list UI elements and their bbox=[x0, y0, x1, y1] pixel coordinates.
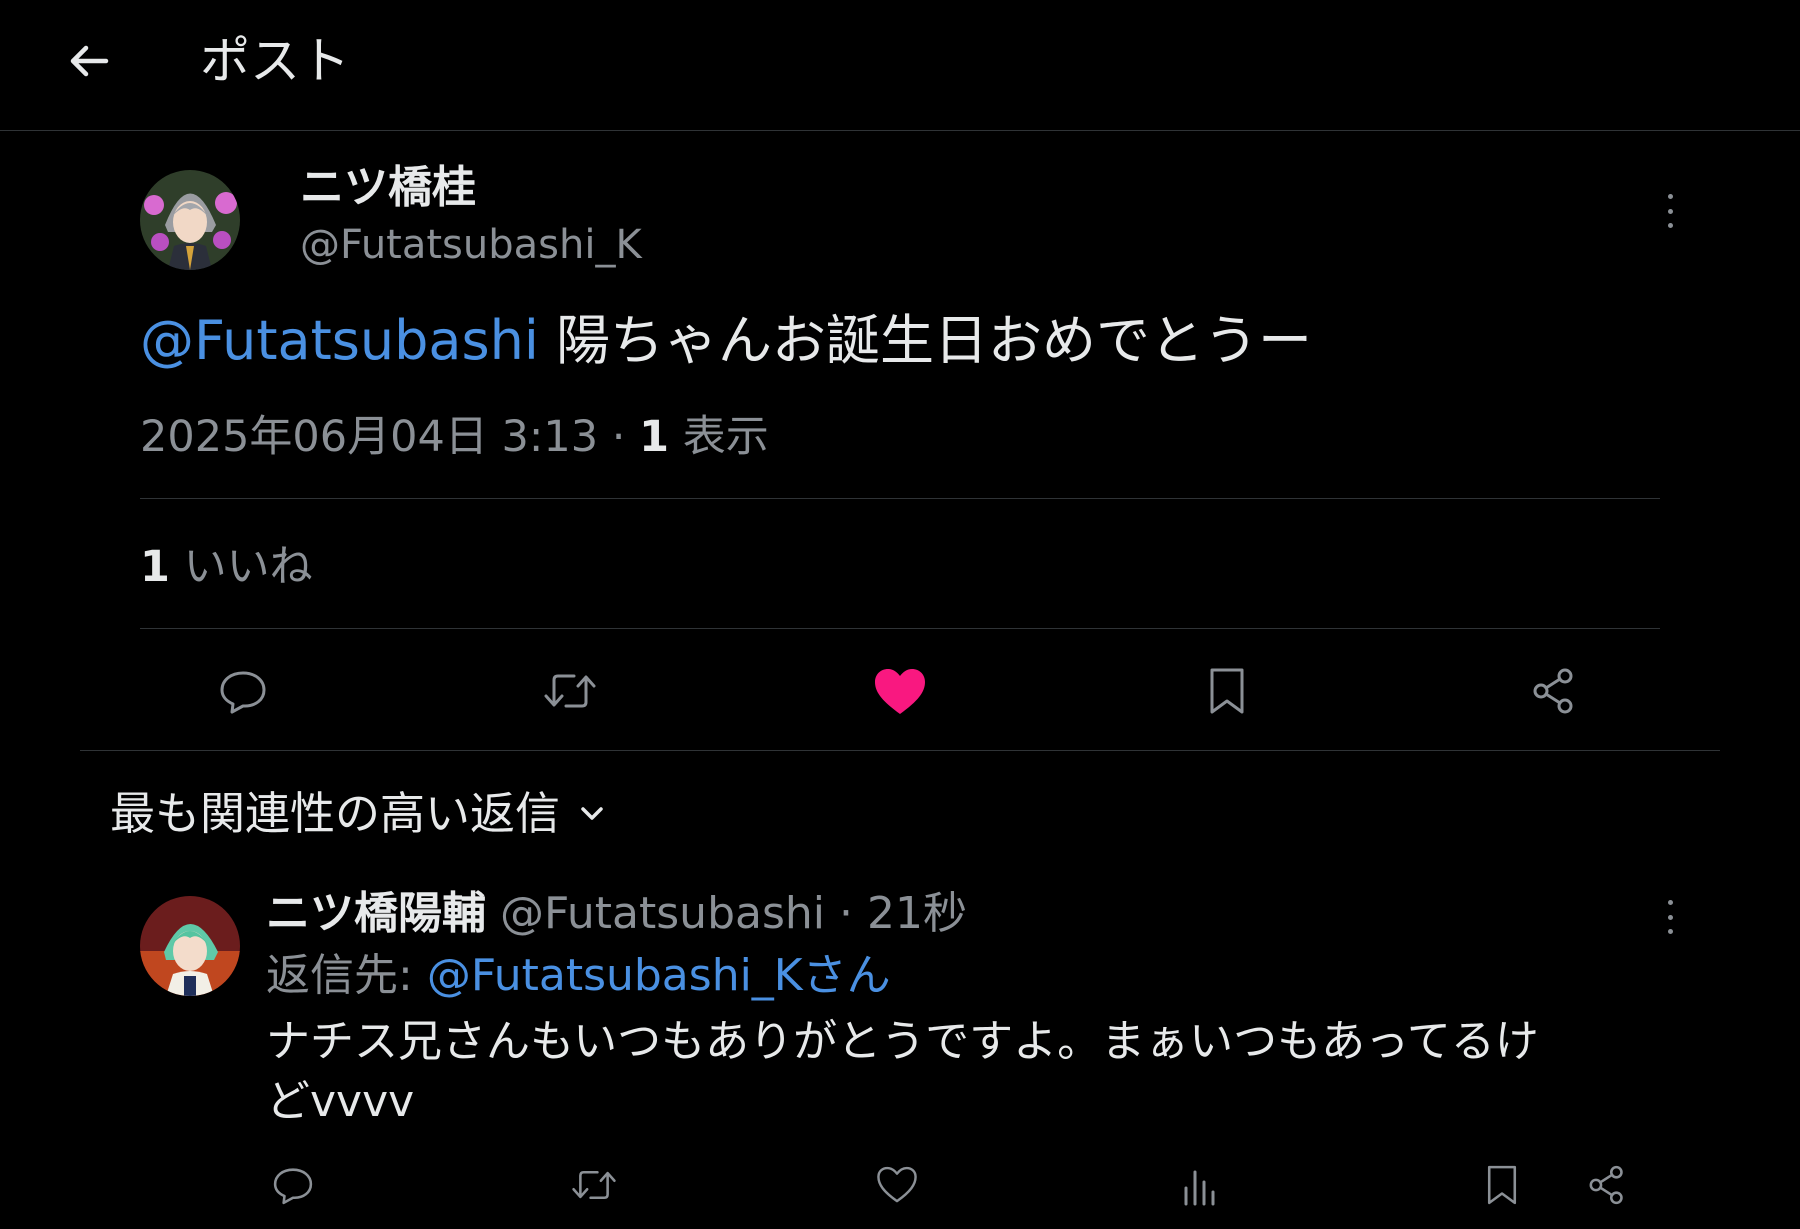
reply-like-button[interactable] bbox=[874, 1164, 920, 1206]
author-handle[interactable]: @Futatsubashi_K bbox=[300, 220, 642, 270]
reply-text: ナチス兄さんもいつもありがとうですよ。まぁいつもあってるけ どvvvv bbox=[266, 1012, 1539, 1132]
post-more-button[interactable] bbox=[1665, 194, 1675, 228]
heart-outline-icon bbox=[877, 1166, 917, 1203]
bookmark-icon bbox=[1487, 1165, 1517, 1205]
replies-sort-dropdown[interactable]: 最も関連性の高い返信 bbox=[110, 786, 610, 842]
reply-to-label: 返信先: bbox=[266, 950, 427, 1001]
reply-more-button[interactable] bbox=[1665, 900, 1675, 934]
reply-button[interactable] bbox=[216, 664, 270, 718]
post-body: 陽ちゃんお誕生日おめでとうー bbox=[538, 309, 1313, 372]
like-stats[interactable]: 1 いいね bbox=[140, 540, 313, 594]
page-title: ポスト bbox=[200, 32, 350, 90]
bookmark-button[interactable] bbox=[1204, 664, 1250, 718]
meta-divider bbox=[140, 498, 1660, 499]
analytics-icon bbox=[1184, 1170, 1215, 1206]
post-timestamp[interactable]: 2025年06月04日 3:13 · bbox=[140, 412, 639, 462]
like-button[interactable] bbox=[872, 666, 928, 718]
reply-time[interactable]: 21秒 bbox=[867, 888, 967, 939]
reply-author-name[interactable]: ニツ橋陽輔 bbox=[266, 888, 486, 939]
share-button[interactable] bbox=[1527, 664, 1581, 718]
retweet-icon bbox=[572, 1170, 616, 1200]
chevron-down-icon bbox=[581, 807, 603, 820]
arrow-left-icon bbox=[70, 45, 109, 77]
share-icon bbox=[1533, 668, 1573, 714]
author-avatar[interactable] bbox=[140, 170, 240, 270]
reply-retweet-button[interactable] bbox=[570, 1162, 618, 1208]
reply-text-line-2: どvvvv bbox=[266, 1076, 415, 1127]
heart-filled-icon bbox=[875, 669, 925, 714]
reply-separator: · bbox=[825, 888, 867, 939]
reply-to-line: 返信先: @Futatsubashi_Kさん bbox=[266, 948, 891, 1004]
reply-icon bbox=[273, 1168, 313, 1205]
actions-divider bbox=[80, 750, 1720, 751]
view-label: 表示 bbox=[669, 412, 769, 462]
replies-sort-label: 最も関連性の高い返信 bbox=[110, 787, 561, 840]
bookmark-icon bbox=[1210, 668, 1244, 714]
reply-text-line-1: ナチス兄さんもいつもありがとうですよ。まぁいつもあってるけ bbox=[266, 1016, 1539, 1067]
reply-analytics-button[interactable] bbox=[1178, 1162, 1222, 1208]
header-divider bbox=[0, 130, 1800, 131]
reply-author-handle[interactable]: @Futatsubashi bbox=[500, 888, 825, 939]
like-label: いいね bbox=[169, 542, 313, 592]
retweet-button[interactable] bbox=[542, 664, 598, 718]
reply-header: ニツ橋陽輔 @Futatsubashi · 21秒 bbox=[266, 886, 967, 942]
view-count: 1 bbox=[639, 412, 670, 462]
post-text: @Futatsubashi 陽ちゃんお誕生日おめでとうー bbox=[140, 308, 1312, 374]
back-button[interactable] bbox=[66, 38, 112, 84]
reply-bookmark-button[interactable] bbox=[1482, 1162, 1522, 1208]
post-mention-link[interactable]: @Futatsubashi bbox=[140, 309, 539, 372]
reply-author-avatar[interactable] bbox=[140, 896, 240, 996]
stats-divider bbox=[140, 628, 1660, 629]
retweet-icon bbox=[544, 674, 596, 708]
reply-to-handle[interactable]: @Futatsubashi_Kさん bbox=[427, 950, 891, 1001]
share-icon bbox=[1589, 1165, 1623, 1205]
reply-icon bbox=[220, 671, 266, 714]
author-name[interactable]: ニツ橋桂 bbox=[300, 160, 476, 216]
reply-reply-button[interactable] bbox=[270, 1162, 316, 1208]
post-meta: 2025年06月04日 3:13 · 1 表示 bbox=[140, 410, 769, 464]
reply-share-button[interactable] bbox=[1584, 1162, 1630, 1208]
like-count: 1 bbox=[140, 542, 170, 592]
